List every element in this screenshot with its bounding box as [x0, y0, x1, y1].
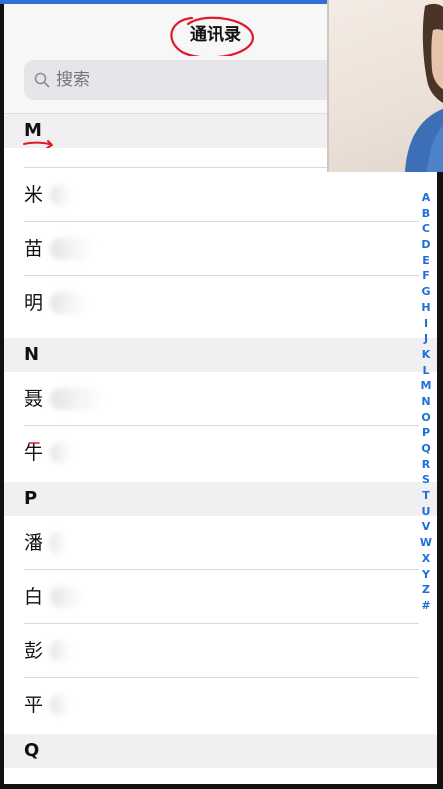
redacted-name-blur [50, 442, 72, 464]
index-letter[interactable]: M [417, 378, 435, 394]
contact-name: 彭 [24, 640, 44, 662]
contact-name: 聂 [24, 388, 44, 410]
index-letter[interactable]: U [417, 504, 435, 520]
section-header-p: P [4, 482, 437, 516]
index-letter[interactable]: W [417, 535, 435, 551]
list-item[interactable]: 米 [4, 168, 437, 222]
index-letter[interactable]: O [417, 410, 435, 426]
index-letter[interactable]: S [417, 472, 435, 488]
index-letter[interactable]: N [417, 394, 435, 410]
redacted-name-blur [50, 238, 92, 260]
index-letter[interactable]: P [417, 425, 435, 441]
section-letter: P [24, 488, 38, 509]
redacted-name-blur [50, 586, 82, 608]
index-letter[interactable]: D [417, 237, 435, 253]
index-letter[interactable]: H [417, 300, 435, 316]
contact-name: 米 [24, 184, 44, 206]
index-letter[interactable]: V [417, 519, 435, 535]
section-letter: Q [24, 740, 40, 761]
redacted-name-blur [50, 694, 70, 716]
annotation-circle-icon [170, 16, 255, 59]
index-letter[interactable]: I [417, 316, 435, 332]
contact-name: 牛 [24, 442, 44, 464]
index-letter[interactable]: Z [417, 582, 435, 598]
section-letter: N [24, 344, 40, 365]
redacted-name-blur [50, 388, 102, 410]
contact-name: 平 [24, 694, 44, 716]
list-item[interactable]: 牛 [4, 426, 437, 480]
presenter-video-icon [405, 3, 443, 172]
contact-name: 潘 [24, 532, 44, 554]
index-letter[interactable]: K [417, 347, 435, 363]
redacted-name-blur [50, 640, 70, 662]
index-letter[interactable]: # [417, 598, 435, 614]
contact-name: 白 [24, 586, 44, 608]
section-header-q: Q [4, 734, 437, 768]
annotation-mark-icon [28, 442, 40, 444]
index-letter[interactable]: X [417, 551, 435, 567]
index-letter[interactable]: G [417, 284, 435, 300]
list-item[interactable]: 平 [4, 678, 437, 732]
list-item[interactable]: 彭 [4, 624, 437, 678]
redacted-name-blur [50, 532, 66, 554]
index-letter[interactable]: R [417, 457, 435, 473]
index-letter[interactable]: C [417, 221, 435, 237]
index-letter[interactable]: T [417, 488, 435, 504]
section-header-n: N [4, 338, 437, 372]
contact-name: 明 [24, 292, 44, 314]
index-letter[interactable]: Q [417, 441, 435, 457]
index-letter[interactable]: J [417, 331, 435, 347]
index-letter[interactable]: Y [417, 567, 435, 583]
redacted-name-blur [50, 184, 72, 206]
list-item[interactable]: 聂 [4, 372, 437, 426]
list-item[interactable]: 明 [4, 276, 437, 330]
index-letter[interactable]: F [417, 268, 435, 284]
search-icon [34, 72, 50, 88]
index-letter[interactable]: L [417, 363, 435, 379]
redacted-name-blur [50, 292, 86, 314]
webcam-overlay [327, 0, 443, 172]
index-letter[interactable]: B [417, 206, 435, 222]
alphabet-index[interactable]: A B C D E F G H I J K L M N O P Q R S T … [417, 190, 435, 614]
frame-bottom-edge [0, 784, 443, 789]
device-frame: 通讯录 M 米 [0, 0, 443, 789]
contact-name: 苗 [24, 238, 44, 260]
index-letter[interactable]: E [417, 253, 435, 269]
list-item[interactable]: 白 [4, 570, 437, 624]
list-item[interactable]: 潘 [4, 516, 437, 570]
index-letter[interactable]: A [417, 190, 435, 206]
list-item[interactable]: 苗 [4, 222, 437, 276]
